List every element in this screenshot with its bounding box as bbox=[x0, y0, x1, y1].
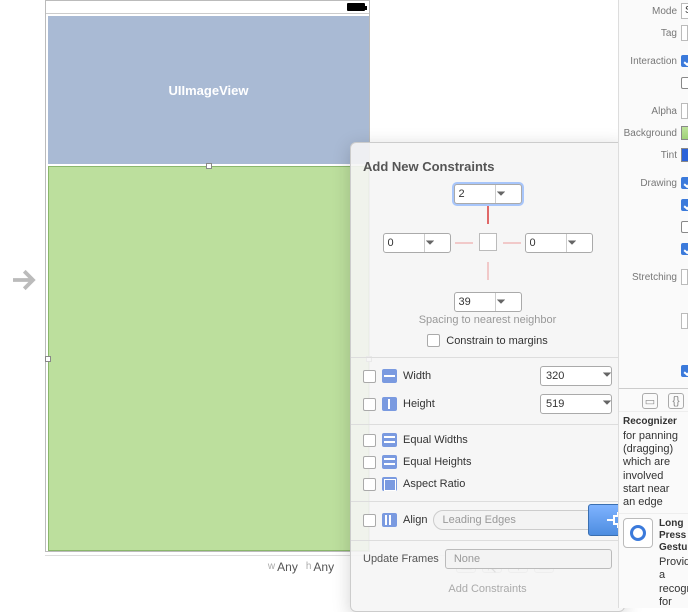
equal-heights-checkbox[interactable] bbox=[363, 456, 376, 469]
height-label: Height bbox=[403, 398, 435, 410]
dropdown-icon[interactable] bbox=[566, 234, 578, 252]
update-frames-label: Update Frames bbox=[363, 553, 439, 565]
sizeclass-h-prefix: h bbox=[306, 561, 312, 572]
popover-title: Add New Constraints bbox=[351, 153, 624, 184]
dropdown-icon[interactable] bbox=[603, 370, 611, 382]
status-bar bbox=[46, 1, 369, 14]
mode-label: Mode bbox=[621, 6, 677, 17]
spacing-cross bbox=[383, 184, 593, 284]
clip-checkbox[interactable] bbox=[681, 221, 688, 233]
align-label: Align bbox=[403, 514, 427, 526]
dropdown-icon[interactable] bbox=[424, 234, 436, 252]
width-label: Width bbox=[403, 370, 431, 382]
aspect-ratio-label: Aspect Ratio bbox=[403, 478, 465, 490]
dropdown-icon[interactable] bbox=[495, 185, 507, 203]
update-frames-select[interactable]: None bbox=[445, 549, 612, 569]
interaction-label: Interaction bbox=[621, 56, 677, 67]
equal-heights-icon bbox=[382, 455, 397, 469]
library-tabs: ▭ {} bbox=[619, 389, 688, 411]
background-swatch[interactable] bbox=[681, 126, 688, 140]
stretch-x-field[interactable] bbox=[681, 269, 688, 285]
aspect-ratio-checkbox[interactable] bbox=[363, 478, 376, 491]
background-label: Background bbox=[621, 128, 677, 139]
aspect-ratio-icon bbox=[382, 477, 397, 491]
align-checkbox[interactable] bbox=[363, 514, 376, 527]
equal-widths-checkbox[interactable] bbox=[363, 434, 376, 447]
uiimageview-label: UIImageView bbox=[169, 83, 249, 98]
right-spacing-input[interactable] bbox=[526, 235, 566, 251]
spacing-caption: Spacing to nearest neighbor bbox=[351, 314, 624, 326]
equal-widths-icon bbox=[382, 433, 397, 447]
multitouch-checkbox[interactable] bbox=[681, 77, 688, 89]
lib-pan-title: Recognizer bbox=[623, 416, 684, 428]
sizeclass-h-value: Any bbox=[313, 560, 334, 574]
add-constraints-popover: Add New Constraints Spacing to nearest n… bbox=[350, 142, 625, 612]
alpha-label: Alpha bbox=[621, 106, 677, 117]
add-constraints-button[interactable]: Add Constraints bbox=[363, 579, 612, 599]
opaque-checkbox[interactable] bbox=[681, 177, 688, 189]
stretch-width-field[interactable] bbox=[681, 313, 688, 329]
user-interaction-checkbox[interactable] bbox=[681, 55, 688, 67]
right-spacing-field[interactable] bbox=[525, 233, 593, 253]
back-arrow-icon[interactable] bbox=[8, 265, 38, 295]
align-select[interactable]: Leading Edges bbox=[433, 510, 612, 530]
library-item-longpress[interactable]: Long Press Gesture Provides a recognizer… bbox=[619, 513, 688, 608]
selected-view[interactable] bbox=[48, 166, 369, 551]
left-strut-icon[interactable] bbox=[455, 242, 473, 244]
alpha-field[interactable] bbox=[681, 103, 688, 119]
top-spacing-field[interactable] bbox=[454, 184, 522, 204]
tag-label: Tag bbox=[621, 28, 677, 39]
right-strut-icon[interactable] bbox=[503, 242, 521, 244]
library-file-tab[interactable]: ▭ bbox=[642, 393, 658, 409]
width-value-field[interactable]: 320 bbox=[540, 366, 612, 386]
drawing-label: Drawing bbox=[621, 178, 677, 189]
left-spacing-input[interactable] bbox=[384, 235, 424, 251]
width-value: 320 bbox=[541, 370, 603, 382]
clears-checkbox[interactable] bbox=[681, 199, 688, 211]
dropdown-icon[interactable] bbox=[495, 293, 507, 311]
left-spacing-field[interactable] bbox=[383, 233, 451, 253]
height-icon bbox=[382, 397, 397, 411]
installed-checkbox[interactable] bbox=[681, 365, 688, 377]
height-value: 519 bbox=[541, 398, 603, 410]
sizeclass-w-prefix: w bbox=[268, 561, 275, 572]
height-value-field[interactable]: 519 bbox=[540, 394, 612, 414]
lib-longpress-title: Long Press Gesture bbox=[659, 518, 688, 554]
width-icon bbox=[382, 369, 397, 383]
align-icon bbox=[382, 513, 397, 527]
top-strut-icon[interactable] bbox=[487, 206, 489, 224]
constrain-margins-label: Constrain to margins bbox=[446, 335, 548, 347]
attributes-inspector: ModeScale To Tag InteractionUser I Multi… bbox=[618, 0, 688, 608]
library-item-pan[interactable]: Recognizer for panning (dragging) which … bbox=[619, 411, 688, 513]
tint-label: Tint bbox=[621, 150, 677, 161]
resize-handle-top[interactable] bbox=[206, 163, 212, 169]
sizeclass-w-value: Any bbox=[277, 560, 298, 574]
tag-field[interactable] bbox=[681, 25, 688, 41]
lib-pan-desc: for panning (dragging) which are involve… bbox=[623, 430, 678, 508]
longpress-icon bbox=[623, 518, 653, 548]
autoresize-checkbox[interactable] bbox=[681, 243, 688, 255]
bottom-spacing-field[interactable] bbox=[454, 292, 522, 312]
height-checkbox[interactable] bbox=[363, 398, 376, 411]
stretching-label: Stretching bbox=[621, 272, 677, 283]
dropdown-icon[interactable] bbox=[603, 398, 611, 410]
equal-widths-label: Equal Widths bbox=[403, 434, 468, 446]
equal-heights-label: Equal Heights bbox=[403, 456, 472, 468]
lib-longpress-desc: Provides a recognizer for gestures which… bbox=[659, 556, 688, 608]
battery-icon bbox=[347, 3, 365, 11]
constrain-margins-checkbox[interactable] bbox=[427, 334, 440, 347]
width-checkbox[interactable] bbox=[363, 370, 376, 383]
tint-swatch[interactable] bbox=[681, 148, 688, 162]
top-spacing-input[interactable] bbox=[455, 186, 495, 202]
bottom-spacing-input[interactable] bbox=[455, 294, 495, 310]
device-canvas[interactable]: UIImageView bbox=[45, 0, 370, 552]
resize-handle-left[interactable] bbox=[45, 356, 51, 362]
center-box-icon bbox=[479, 233, 497, 251]
mode-field[interactable]: Scale To bbox=[681, 3, 688, 19]
uiimageview[interactable]: UIImageView bbox=[48, 16, 369, 164]
library-code-tab[interactable]: {} bbox=[668, 393, 684, 409]
bottom-strut-icon[interactable] bbox=[487, 262, 489, 280]
